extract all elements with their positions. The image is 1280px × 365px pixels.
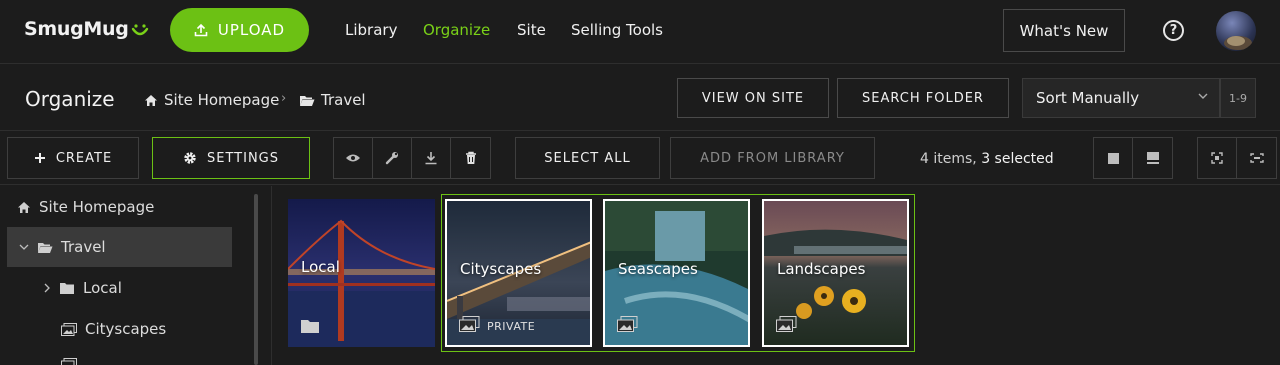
whats-new-button[interactable]: What's New	[1003, 9, 1125, 52]
sort-select[interactable]: Sort Manually	[1022, 78, 1220, 118]
nav-organize[interactable]: Organize	[423, 21, 490, 39]
organize-header: Organize Site Homepage › Travel VIEW ON …	[0, 65, 1280, 131]
settings-button[interactable]: SETTINGS	[152, 137, 310, 179]
wrench-icon	[385, 152, 398, 165]
sidebar-item-local[interactable]: Local	[43, 279, 122, 297]
expand-icon	[1249, 153, 1264, 163]
tile-title: Landscapes	[777, 260, 866, 278]
help-icon[interactable]: ?	[1163, 20, 1184, 41]
select-all-button[interactable]: SELECT ALL	[515, 137, 660, 179]
folder-icon	[60, 282, 74, 294]
view-mode-group	[1093, 137, 1173, 179]
sidebar-item-partial	[61, 358, 77, 365]
chevron-right-icon: ›	[281, 91, 287, 106]
gallery-icon	[459, 316, 480, 332]
toolbar: CREATE SETTINGS SELECT ALL ADD FROM LIBR…	[0, 132, 1280, 185]
smugmug-logo[interactable]: SmugMug	[24, 18, 149, 40]
sidebar-scrollbar[interactable]	[254, 194, 258, 365]
smile-logo-icon	[131, 24, 148, 36]
upload-button[interactable]: UPLOAD	[170, 8, 309, 52]
zoom-group	[1197, 137, 1277, 179]
home-icon	[145, 94, 157, 106]
fit-button[interactable]	[1198, 138, 1237, 178]
search-folder-button[interactable]: SEARCH FOLDER	[837, 78, 1009, 118]
gallery-icon	[61, 358, 77, 365]
gallery-icon	[776, 316, 797, 332]
action-icon-group	[333, 137, 491, 179]
delete-button[interactable]	[451, 138, 490, 178]
square-icon	[1107, 152, 1119, 164]
top-navigation: SmugMug UPLOAD Library Organize Site Sel…	[0, 0, 1280, 64]
breadcrumb-travel[interactable]: Travel	[299, 91, 366, 109]
folder-icon	[301, 320, 319, 333]
add-from-library-button[interactable]: ADD FROM LIBRARY	[670, 137, 875, 179]
gear-icon	[184, 152, 196, 164]
tile-title: Cityscapes	[460, 260, 542, 278]
chevron-down-icon	[19, 244, 29, 250]
nav-site[interactable]: Site	[517, 21, 546, 39]
nav-selling-tools[interactable]: Selling Tools	[571, 21, 663, 39]
upload-label: UPLOAD	[217, 21, 286, 39]
gallery-icon	[617, 316, 638, 332]
gallery-icon	[61, 322, 77, 336]
private-badge: PRIVATE	[487, 320, 536, 333]
breadcrumb-site-homepage[interactable]: Site Homepage	[144, 91, 279, 109]
avatar[interactable]	[1216, 11, 1256, 51]
detail-view-button[interactable]	[1133, 138, 1172, 178]
tile-cityscapes[interactable]: Cityscapes PRIVATE	[445, 199, 592, 347]
create-button[interactable]: CREATE	[7, 137, 139, 179]
tile-local[interactable]: Local	[288, 199, 435, 347]
chevron-right-icon	[44, 283, 50, 293]
upload-icon	[194, 23, 208, 37]
download-icon	[425, 152, 437, 165]
trash-icon	[465, 151, 476, 164]
selection-count: 4 items, 3 selected	[920, 151, 1054, 167]
page-title: Organize	[25, 87, 115, 111]
folder-open-icon	[300, 95, 315, 106]
sidebar-item-site-homepage[interactable]: Site Homepage	[17, 198, 154, 216]
home-icon	[18, 201, 30, 213]
item-range: 1-9	[1220, 78, 1256, 118]
nav-library[interactable]: Library	[345, 21, 397, 39]
plus-icon	[34, 153, 45, 163]
avatar-image	[1224, 36, 1252, 50]
expand-button[interactable]	[1237, 138, 1276, 178]
view-on-site-button[interactable]: VIEW ON SITE	[677, 78, 829, 118]
large-thumbnail-button[interactable]	[1094, 138, 1133, 178]
folder-open-icon	[38, 242, 53, 253]
folder-tree-sidebar: Site Homepage Travel Local Cityscapes	[0, 186, 272, 365]
chevron-down-icon	[1198, 93, 1208, 99]
tools-button[interactable]	[373, 138, 412, 178]
eye-icon	[346, 154, 360, 162]
sidebar-item-cityscapes[interactable]: Cityscapes	[61, 320, 166, 338]
tile-title: Seascapes	[618, 260, 698, 278]
card-icon	[1146, 152, 1159, 164]
visibility-button[interactable]	[334, 138, 373, 178]
sidebar-item-travel[interactable]: Travel	[19, 238, 106, 256]
tile-landscapes[interactable]: Landscapes	[762, 199, 909, 347]
tile-seascapes[interactable]: Seascapes	[603, 199, 750, 347]
fit-icon	[1211, 152, 1223, 164]
sort-value: Sort Manually	[1036, 89, 1140, 107]
tile-title: Local	[301, 258, 340, 276]
download-button[interactable]	[412, 138, 451, 178]
